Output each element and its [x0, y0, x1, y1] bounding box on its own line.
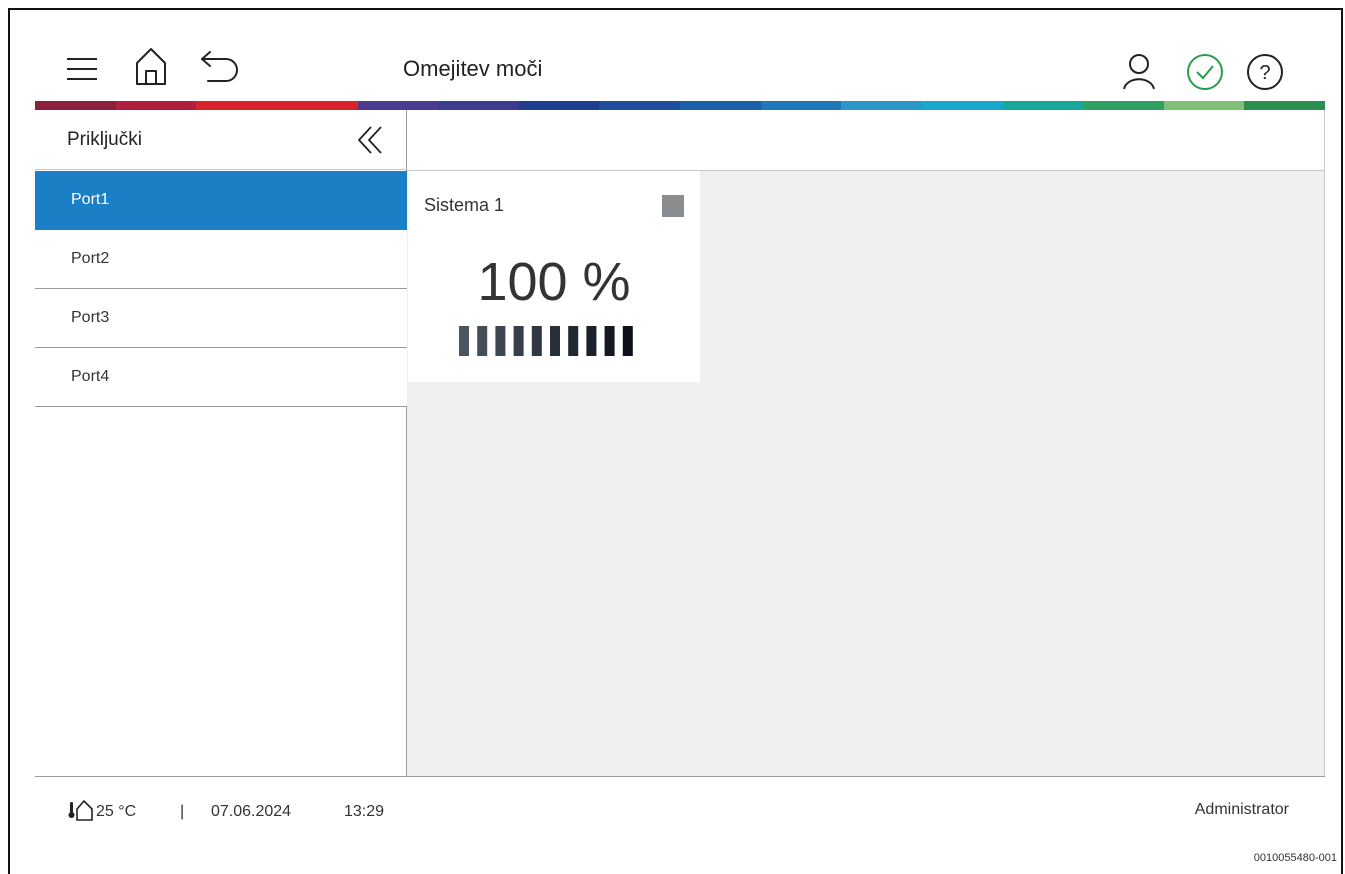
document-id: 0010055480-001: [1253, 852, 1337, 864]
color-strip-segment: [1002, 101, 1084, 110]
color-strip-segment: [518, 101, 600, 110]
level-bar-segment: [568, 326, 579, 356]
color-strip-segment: [921, 101, 1003, 110]
level-bar-segment: [495, 326, 506, 356]
brand-color-strip: [35, 101, 1325, 110]
color-strip-segment: [1163, 101, 1245, 110]
level-bar-segment: [513, 326, 524, 356]
menu-icon[interactable]: [65, 56, 99, 82]
status-bar: 25 °C | 07.06.2024 13:29 Administrator: [35, 798, 1325, 824]
color-strip-segment: [357, 101, 439, 110]
color-strip-segment: [760, 101, 842, 110]
sidebar: Priključki Port1 Port2 Port3 Port4: [35, 110, 407, 776]
sidebar-item-port1[interactable]: Port1: [35, 171, 407, 230]
content-header: [407, 110, 1324, 171]
sidebar-title: Priključki: [67, 129, 142, 150]
user-icon[interactable]: [1122, 52, 1156, 92]
level-bar-segment: [604, 326, 615, 356]
sidebar-item-port3[interactable]: Port3: [35, 289, 407, 348]
color-strip-segment: [1083, 101, 1164, 110]
color-strip-segment: [196, 101, 277, 110]
color-strip-segment: [599, 101, 680, 110]
color-strip-segment: [276, 101, 358, 110]
level-bar-segment: [531, 326, 542, 356]
indoor-temperature-icon: [68, 798, 94, 822]
help-icon[interactable]: ?: [1245, 52, 1285, 92]
status-indicator: [662, 195, 684, 217]
level-bar-indicator: [459, 326, 633, 356]
main-content: Sistema 1 100 %: [407, 110, 1325, 776]
level-bar-segment: [477, 326, 488, 356]
sidebar-header: Priključki: [35, 110, 407, 170]
sidebar-item-port2[interactable]: Port2: [35, 230, 407, 289]
color-strip-segment: [1244, 101, 1325, 110]
date-value: 07.06.2024: [211, 803, 292, 820]
sidebar-item-port4[interactable]: Port4: [35, 348, 407, 407]
home-icon[interactable]: [134, 46, 168, 86]
level-bar-segment: [586, 326, 597, 356]
separator: |: [180, 803, 185, 820]
card-title: Sistema 1: [424, 195, 505, 215]
back-icon[interactable]: [198, 48, 242, 84]
color-strip-segment: [841, 101, 922, 110]
system-card[interactable]: Sistema 1 100 %: [408, 171, 700, 382]
color-strip-segment: [438, 101, 519, 110]
color-strip-segment: [115, 101, 197, 110]
temperature-value: 25 °C: [96, 803, 137, 820]
check-circle-icon[interactable]: [1185, 52, 1225, 92]
level-bar-segment: [459, 326, 469, 356]
level-bar-segment: [550, 326, 560, 356]
footer-divider: [35, 776, 1325, 777]
top-bar: Omejitev moči ?: [35, 40, 1325, 102]
level-bar-segment: [622, 326, 633, 356]
color-strip-segment: [680, 101, 761, 110]
color-strip-segment: [35, 101, 116, 110]
power-limit-value: 100 %: [477, 252, 631, 312]
port-list: Port1 Port2 Port3 Port4: [35, 171, 407, 407]
collapse-sidebar-icon[interactable]: [355, 124, 387, 156]
svg-text:?: ?: [1259, 62, 1270, 84]
user-name[interactable]: Administrator: [1195, 801, 1289, 819]
page-title: Omejitev moči: [403, 56, 543, 81]
time-value: 13:29: [344, 803, 385, 820]
